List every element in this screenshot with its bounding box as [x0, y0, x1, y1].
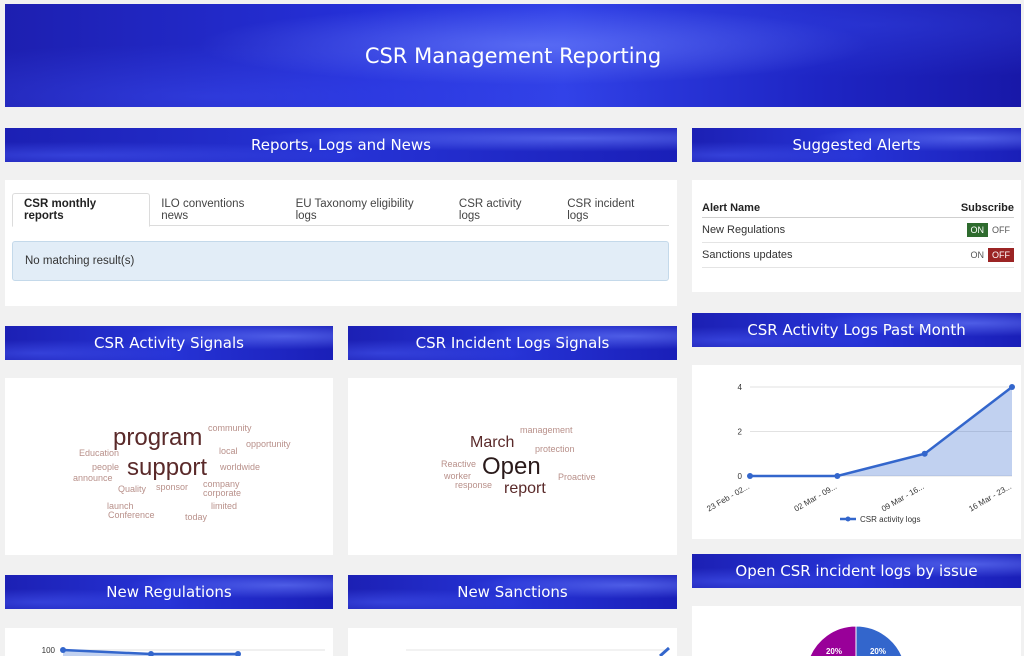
alerts-table: Alert Name Subscribe New Regulations ON … — [702, 198, 1014, 268]
incident-wordcloud: management March protection Reactive Ope… — [348, 378, 677, 555]
new-regulations-title: New Regulations — [106, 583, 232, 601]
data-point[interactable] — [60, 647, 66, 653]
tab-eu-taxonomy-logs[interactable]: EU Taxonomy eligibility logs — [285, 193, 448, 226]
data-point[interactable] — [747, 473, 753, 479]
data-point[interactable] — [148, 651, 154, 656]
open-incidents-card: 20% 20% — [692, 606, 1021, 656]
new-regulations-card: 100 — [5, 628, 333, 656]
slice-label: 20% — [870, 647, 886, 656]
cloud-word: today — [185, 512, 208, 522]
toggle-off[interactable]: OFF — [988, 248, 1014, 262]
incident-signals-header: CSR Incident Logs Signals — [348, 326, 677, 360]
cloud-word: protection — [535, 444, 575, 454]
cloud-word: Proactive — [558, 472, 596, 482]
y-tick-label: 4 — [738, 383, 743, 392]
new-regulations-header: New Regulations — [5, 575, 333, 609]
activity-logs-chart-title: CSR Activity Logs Past Month — [747, 321, 966, 339]
x-tick-label: 23 Feb - 02... — [705, 482, 751, 514]
cloud-word: Open — [482, 453, 541, 480]
cloud-word: support — [127, 454, 208, 481]
alert-row: Sanctions updates ON OFF — [702, 243, 1014, 268]
open-incidents-header: Open CSR incident logs by issue — [692, 554, 1021, 588]
cloud-word: March — [470, 434, 515, 451]
cloud-word: limited — [211, 501, 238, 511]
cloud-word: program — [113, 424, 203, 451]
no-match-message: No matching result(s) — [12, 241, 669, 281]
y-tick-label: 100 — [42, 646, 56, 655]
reports-section-header: Reports, Logs and News — [5, 128, 677, 162]
col-alert-name: Alert Name — [702, 201, 761, 214]
cloud-word: Quality — [118, 484, 147, 494]
cloud-word: Education — [79, 448, 120, 458]
open-incidents-title: Open CSR incident logs by issue — [735, 562, 978, 580]
cloud-word: management — [520, 425, 573, 435]
cloud-word: Reactive — [441, 459, 477, 469]
tab-csr-incident-logs[interactable]: CSR incident logs — [556, 193, 669, 226]
new-sanctions-chart — [406, 646, 670, 656]
cloud-word: people — [92, 462, 120, 472]
no-match-text: No matching result(s) — [25, 255, 135, 267]
series-line — [659, 646, 670, 656]
cloud-word: Conference — [108, 510, 155, 520]
tab-csr-monthly-reports[interactable]: CSR monthly reports — [12, 193, 151, 227]
page-banner: CSR Management Reporting — [5, 4, 1021, 107]
cloud-word: opportunity — [246, 439, 291, 449]
activity-signals-header: CSR Activity Signals — [5, 326, 333, 360]
x-tick-label: 02 Mar - 09... — [793, 482, 839, 514]
x-tick-label: 16 Mar - 23... — [967, 482, 1013, 514]
cloud-word: local — [219, 446, 238, 456]
activity-logs-chart-card: 0 2 4 23 Feb - 02... 02 Mar - 09... 09 Mar - … — [692, 365, 1021, 539]
data-point[interactable] — [1009, 384, 1015, 390]
legend-marker — [845, 516, 851, 522]
cloud-word: response — [455, 480, 493, 490]
alerts-section-title: Suggested Alerts — [792, 136, 921, 154]
col-subscribe: Subscribe — [960, 201, 1014, 214]
activity-logs-chart: 0 2 4 23 Feb - 02... 02 Mar - 09... 09 Mar - … — [705, 383, 1015, 524]
incident-signals-title: CSR Incident Logs Signals — [415, 334, 610, 352]
toggle-on[interactable]: ON — [967, 248, 989, 262]
data-point[interactable] — [235, 651, 241, 656]
subscribe-toggle[interactable]: ON OFF — [967, 248, 1014, 262]
cloud-word: report — [504, 480, 546, 497]
cloud-word: worldwide — [220, 462, 261, 472]
cloud-word: corporate — [203, 488, 242, 498]
activity-wordcloud: program support community opportunity Ed… — [5, 378, 333, 555]
toggle-on[interactable]: ON — [966, 223, 988, 237]
legend-label: CSR activity logs — [860, 515, 920, 524]
data-point[interactable] — [921, 450, 928, 457]
activity-signals-title: CSR Activity Signals — [94, 334, 244, 352]
new-regulations-chart: 100 — [42, 646, 325, 656]
reports-tabs: CSR monthly reports ILO conventions news… — [12, 193, 669, 227]
y-tick-label: 0 — [738, 472, 743, 481]
tab-csr-activity-logs[interactable]: CSR activity logs — [448, 193, 556, 226]
activity-logs-chart-header: CSR Activity Logs Past Month — [692, 313, 1021, 347]
new-sanctions-header: New Sanctions — [348, 575, 677, 609]
alerts-card: Alert Name Subscribe New Regulations ON … — [692, 180, 1021, 292]
cloud-word: community — [208, 423, 252, 433]
y-tick-label: 2 — [738, 428, 743, 437]
alerts-section-header: Suggested Alerts — [692, 128, 1021, 162]
reports-section-title: Reports, Logs and News — [251, 136, 431, 154]
new-sanctions-card — [348, 628, 677, 656]
alerts-table-header: Alert Name Subscribe — [702, 198, 1014, 218]
cloud-word: sponsor — [156, 482, 189, 492]
tab-ilo-conventions-news[interactable]: ILO conventions news — [150, 193, 284, 226]
page-title: CSR Management Reporting — [364, 43, 662, 68]
data-point[interactable] — [834, 473, 841, 479]
reports-card: CSR monthly reports ILO conventions news… — [5, 180, 677, 306]
alert-name: Sanctions updates — [702, 249, 793, 261]
alert-row: New Regulations ON OFF — [702, 218, 1014, 243]
subscribe-toggle[interactable]: ON OFF — [966, 223, 1015, 237]
x-tick-label: 09 Mar - 16... — [880, 482, 926, 514]
new-sanctions-title: New Sanctions — [457, 583, 568, 601]
slice-label: 20% — [826, 647, 842, 656]
cloud-word: announce — [73, 473, 113, 483]
open-incidents-pie: 20% 20% — [809, 625, 903, 656]
toggle-off[interactable]: OFF — [988, 223, 1014, 237]
alert-name: New Regulations — [702, 224, 786, 236]
